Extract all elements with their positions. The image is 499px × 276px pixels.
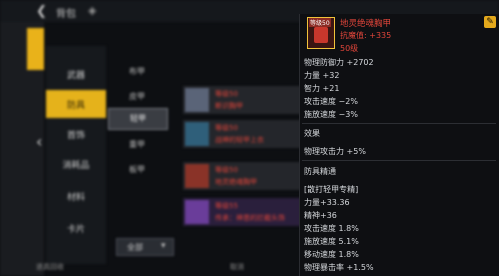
mastery-line: 物理暴击率 +1.5% [304,263,374,272]
effect-title: 效果 [304,129,320,138]
list-item[interactable]: 等级50 地灵绝魂胸甲 [183,162,303,190]
filter-label: 全部 [127,243,143,252]
list-item[interactable]: 等级50 战神的轻甲上衣 [183,120,303,148]
prev-arrow-icon[interactable]: ‹ [36,132,42,151]
mastery-line: 力量+33.36 [304,198,350,207]
stat-line: 物理防御力 +2702 [304,58,374,67]
effect-line: 物理攻击力 +5% [304,147,366,156]
recycle-button[interactable]: 道具回收 [36,262,64,272]
category-accessory[interactable]: 首饰 [46,120,106,148]
category-armor[interactable]: 防具 [46,90,106,118]
back-arrow-icon[interactable]: ❮ [36,4,47,19]
item-tooltip: 等级50 地灵绝魂胸甲 抗魔值: +335 50级 物理防御力 +2702 力量… [299,14,499,276]
sub-plate[interactable]: 板甲 [108,164,166,175]
divider [302,123,496,124]
mastery-line: 移动速度 1.8% [304,250,359,259]
window-title: 背包 [56,9,76,20]
list-item[interactable]: 等级55 传承：神恩的拦截头饰 [183,198,303,226]
item-level: 等级50 [215,90,238,98]
sub-light[interactable]: 轻甲 [108,108,168,130]
item-icon [185,164,209,188]
stat-line: 智力 +21 [304,84,340,93]
item-name: 断识胸甲 [215,102,243,110]
stat-line: 施放速度 −3% [304,110,358,119]
item-level: 等级50 [215,166,238,174]
category-consumable[interactable]: 消耗品 [46,150,106,178]
category-weapon[interactable]: 武器 [46,60,106,88]
tooltip-item-name: 地灵绝魂胸甲 [340,19,392,29]
chevron-down-icon: ▾ [161,241,166,251]
mastery-title: 防具精通 [304,167,336,176]
diamond-icon: ◈ [88,4,97,17]
sub-cloth[interactable]: 布甲 [108,66,166,77]
mastery-line: 施放速度 5.1% [304,237,359,246]
list-item[interactable]: 等级50 断识胸甲 [183,86,303,114]
tooltip-level: 50级 [340,44,359,53]
mastery-line: 精神+36 [304,211,337,220]
item-name: 战神的轻甲上衣 [215,136,264,144]
category-material[interactable]: 材料 [46,182,106,210]
edit-icon[interactable]: ✎ [484,16,496,28]
tooltip-resist: 抗魔值: +335 [340,31,392,40]
tab-highlight[interactable] [27,28,44,70]
divider [302,160,496,161]
stat-line: 攻击速度 −2% [304,97,358,106]
stat-line: 力量 +32 [304,71,340,80]
item-name: 地灵绝魂胸甲 [215,178,257,186]
category-card[interactable]: 卡片 [46,214,106,242]
item-icon [185,200,209,224]
tooltip-icon-level: 等级50 [309,18,331,27]
item-level: 等级50 [215,124,238,132]
cancel-button[interactable]: 取消 [230,262,244,272]
item-level: 等级55 [215,202,238,210]
sub-leather[interactable]: 皮甲 [108,91,166,102]
category-panel: 武器 防具 首饰 消耗品 材料 卡片 [46,46,106,264]
sub-heavy[interactable]: 重甲 [108,139,166,150]
tooltip-item-icon: 等级50 [307,17,335,49]
mastery-line: 攻击速度 1.8% [304,224,359,233]
mastery-tag: [散打轻甲专精] [304,185,359,194]
item-icon [185,88,209,112]
chest-armor-icon [314,27,328,43]
item-icon [185,122,209,146]
filter-dropdown[interactable]: 全部 ▾ [116,238,174,256]
item-name: 传承：神恩的拦截头饰 [215,214,285,222]
